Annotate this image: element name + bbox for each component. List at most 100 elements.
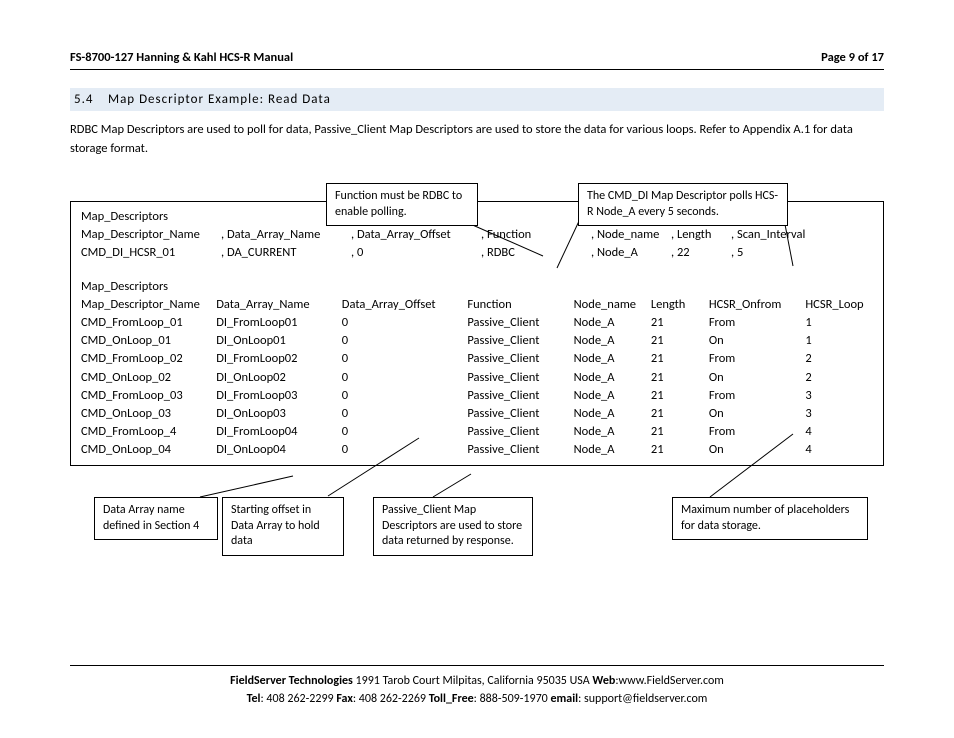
cell: Passive_Client [467,441,573,459]
cell: 21 [651,369,709,387]
cell: Node_A [574,441,651,459]
cell: Node_A [574,369,651,387]
cell: , 0 [351,244,481,262]
cell: On [709,405,806,423]
callout-max-placeholders: Maximum number of placeholders for data … [672,497,868,540]
block1-header-row: Map_Descriptor_Name , Data_Array_Name , … [81,226,873,244]
cell: 21 [651,405,709,423]
cell: 0 [342,405,468,423]
cell: 21 [651,350,709,368]
cell: Passive_Client [467,423,573,441]
footer-tf-val: : 888-509-1970 [474,692,551,706]
cell: CMD_OnLoop_04 [81,441,216,459]
table-row: CMD_OnLoop_02DI_OnLoop020Passive_ClientN… [81,369,873,387]
cell: From [709,387,806,405]
cell: , DA_CURRENT [221,244,351,262]
doc-title: FS-8700-127 Hanning & Kahl HCS-R Manual [70,50,293,65]
cell: , Node_A [591,244,671,262]
cell: Node_A [574,423,651,441]
page-footer: FieldServer Technologies 1991 Tarob Cour… [70,665,884,708]
footer-tel-val: : 408 262-2299 [261,692,337,706]
cell: On [709,369,806,387]
cell: , 22 [671,244,731,262]
cell: Passive_Client [467,369,573,387]
cell: 1 [805,314,873,332]
cell: On [709,332,806,350]
cell: 21 [651,441,709,459]
cell: CMD_DI_HCSR_01 [81,244,221,262]
hdr-scan-interval: , Scan_Interval [731,226,831,244]
footer-tel-label: Tel [247,692,261,706]
block1-title: Map_Descriptors [81,208,221,226]
cell: 0 [342,441,468,459]
table-row: CMD_FromLoop_02DI_FromLoop020Passive_Cli… [81,350,873,368]
cell: Node_A [574,387,651,405]
footer-company: FieldServer Technologies [230,674,353,688]
cell: 21 [651,332,709,350]
cell: DI_FromLoop03 [216,387,342,405]
cell: 0 [342,332,468,350]
block2-header-row: Map_Descriptor_Name Data_Array_Name Data… [81,296,873,314]
footer-email-label: email [550,692,578,706]
hdr-node-name: , Node_name [591,226,671,244]
cell: 0 [342,314,468,332]
cell: DI_OnLoop04 [216,441,342,459]
table-row: CMD_FromLoop_4DI_FromLoop040Passive_Clie… [81,423,873,441]
page-header: FS-8700-127 Hanning & Kahl HCS-R Manual … [70,50,884,70]
block2-title: Map_Descriptors [81,278,221,296]
cell: CMD_FromLoop_01 [81,314,216,332]
hdr-data-array-offset: Data_Array_Offset [342,296,468,314]
footer-address: 1991 Tarob Court Milpitas, California 95… [353,674,593,688]
cell: 21 [651,314,709,332]
cell: 21 [651,423,709,441]
cell: Node_A [574,332,651,350]
cell: CMD_FromLoop_02 [81,350,216,368]
hdr-function: Function [467,296,573,314]
hdr-map-descriptor-name: Map_Descriptor_Name [81,296,216,314]
intro-paragraph: RDBC Map Descriptors are used to poll fo… [70,121,884,159]
callout-cmd-di-poll: The CMD_DI Map Descriptor polls HCS-R No… [578,183,788,226]
hdr-hcsr-loop: HCSR_Loop [805,296,873,314]
table-row: CMD_OnLoop_01DI_OnLoop010Passive_ClientN… [81,332,873,350]
table-row: CMD_FromLoop_01DI_FromLoop010Passive_Cli… [81,314,873,332]
cell: 1 [805,332,873,350]
hdr-data-array-name: , Data_Array_Name [221,226,351,244]
cell: On [709,441,806,459]
cell: CMD_FromLoop_4 [81,423,216,441]
cell: From [709,350,806,368]
cell: 2 [805,369,873,387]
cell: 3 [805,405,873,423]
hdr-function: , Function [481,226,591,244]
cell: CMD_OnLoop_01 [81,332,216,350]
cell: Node_A [574,405,651,423]
footer-tf-label: Toll_Free [429,692,474,706]
map-descriptor-table: Map_Descriptors Map_Descriptor_Name , Da… [70,201,884,467]
cell: Passive_Client [467,332,573,350]
cell: 4 [805,423,873,441]
cell: DI_FromLoop04 [216,423,342,441]
cell: 0 [342,369,468,387]
callout-passive-client: Passive_Client Map Descriptors are used … [373,497,533,556]
table-row: CMD_OnLoop_04DI_OnLoop040Passive_ClientN… [81,441,873,459]
cell: 21 [651,387,709,405]
footer-fax-label: Fax [336,692,353,706]
page-number: Page 9 of 17 [821,50,884,65]
callout-data-array-name: Data Array name defined in Section 4 [94,497,218,540]
block1-data-row: CMD_DI_HCSR_01 , DA_CURRENT , 0 , RDBC ,… [81,244,873,262]
cell: Passive_Client [467,314,573,332]
cell: Passive_Client [467,350,573,368]
callout-starting-offset: Starting offset in Data Array to hold da… [222,497,344,556]
cell: Passive_Client [467,405,573,423]
cell: From [709,423,806,441]
cell: DI_OnLoop03 [216,405,342,423]
cell: CMD_OnLoop_03 [81,405,216,423]
cell: DI_FromLoop01 [216,314,342,332]
cell: CMD_FromLoop_03 [81,387,216,405]
cell: DI_OnLoop02 [216,369,342,387]
cell: 0 [342,387,468,405]
cell: Node_A [574,314,651,332]
hdr-length: , Length [671,226,731,244]
callout-function-rdbc: Function must be RDBC to enable polling. [326,183,478,226]
cell: 2 [805,350,873,368]
cell: DI_OnLoop01 [216,332,342,350]
